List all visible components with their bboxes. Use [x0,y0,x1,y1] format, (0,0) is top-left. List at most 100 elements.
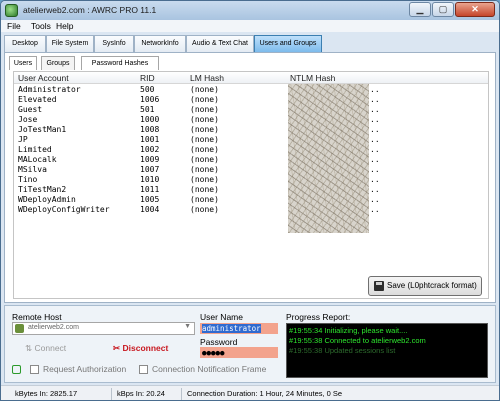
cell-ntlm-tail: .. [370,195,380,204]
table-row[interactable]: MSilva 1007 (none).. [14,165,488,175]
disconnect-button[interactable]: ✂ Disconnect [113,343,175,356]
cell-lm-hash: (none) [190,155,219,164]
cell-account: TiTestMan2 [18,185,67,194]
save-button-label: Save (L0phtcrack format) [387,281,477,290]
cell-account: JP [18,135,28,144]
subtab-password-hashes[interactable]: Password Hashes [81,56,159,70]
tab-audio-text-chat[interactable]: Audio & Text Chat [186,35,254,52]
lock-icon [12,365,21,374]
request-authorization-label: Request Authorization [43,364,127,374]
cell-account: JoTestMan1 [18,125,67,134]
network-host-icon [15,324,24,333]
menu-help[interactable]: Help [56,20,73,32]
cell-rid: 1005 [140,195,160,204]
cell-lm-hash: (none) [190,165,219,174]
cell-rid: 1007 [140,165,160,174]
tab-sysinfo[interactable]: SysInfo [94,35,134,52]
save-lophtcrack-button[interactable]: Save (L0phtcrack format) [368,276,482,296]
cell-lm-hash: (none) [190,95,219,104]
cell-rid: 1002 [140,145,160,154]
chevron-down-icon[interactable]: ▼ [184,323,191,330]
tab-desktop[interactable]: Desktop [4,35,46,52]
cell-account: Elevated [18,95,57,104]
table-row[interactable]: JP 1001 (none).. [14,135,488,145]
table-row[interactable]: MALocalk 1009 (none).. [14,155,488,165]
cell-account: MALocalk [18,155,57,164]
connect-button[interactable]: ⇅ Connect [25,343,77,356]
floppy-disk-icon [374,281,384,291]
window-title: atelierweb2.com : AWRC PRO 11.1 [23,5,157,15]
cell-ntlm-tail: .. [370,105,380,114]
cell-rid: 1006 [140,95,160,104]
table-row[interactable]: WDeployAdmin 1005 (none).. [14,195,488,205]
subtab-users[interactable]: Users [9,56,37,70]
kbps-in-status: kBps In: 20.24 [117,389,165,398]
subtab-groups[interactable]: Groups [41,56,75,70]
cell-lm-hash: (none) [190,85,219,94]
log-line: #19:55:38 Connected to atelierweb2.com [289,336,426,345]
table-row[interactable]: JoTestMan1 1008 (none).. [14,125,488,135]
list-header: User Account RID LM Hash NTLM Hash [14,72,488,84]
remote-host-label: Remote Host [12,312,62,322]
user-name-input[interactable]: administrator [200,323,278,334]
cell-ntlm-tail: .. [370,155,380,164]
cell-account: Guest [18,105,43,114]
table-row[interactable]: Limited 1002 (none).. [14,145,488,155]
notification-frame-checkbox[interactable] [139,365,148,374]
log-line: #19:55:38 Updated sessions list [289,346,396,355]
maximize-button[interactable]: ▢ [432,2,454,17]
remote-host-combo[interactable]: atelierweb2.com ▼ [12,322,195,335]
close-button[interactable]: ✕ [455,2,495,17]
table-row[interactable]: Administrator 500 (none).. [14,85,488,95]
cell-rid: 1001 [140,135,160,144]
table-row[interactable]: Elevated 1006 (none).. [14,95,488,105]
tab-networkinfo[interactable]: NetworkInfo [134,35,186,52]
sub-tabs: Users Groups Password Hashes [9,56,489,70]
table-row[interactable]: TiTestMan2 1011 (none).. [14,185,488,195]
cell-ntlm-tail: .. [370,125,380,134]
cell-ntlm-tail: .. [370,175,380,184]
kbytes-in-status: kBytes In: 2825.17 [15,389,78,398]
cell-lm-hash: (none) [190,125,219,134]
notification-frame-label: Connection Notification Frame [152,364,267,374]
table-row[interactable]: Guest 501 (none).. [14,105,488,115]
cell-lm-hash: (none) [190,115,219,124]
request-authorization-checkbox[interactable] [30,365,39,374]
disconnect-label: Disconnect [122,343,169,353]
cell-account: Limited [18,145,52,154]
tab-file-system[interactable]: File System [46,35,94,52]
password-input[interactable]: ●●●●● [200,347,278,358]
cell-lm-hash: (none) [190,205,219,214]
ntlm-hash-redaction [288,84,369,233]
table-row[interactable]: Tino 1010 (none).. [14,175,488,185]
remote-host-value: atelierweb2.com [28,324,79,331]
cell-lm-hash: (none) [190,185,219,194]
disconnect-icon: ✂ [113,343,121,353]
cell-lm-hash: (none) [190,105,219,114]
cell-account: Administrator [18,85,81,94]
password-label: Password [200,337,238,347]
cell-ntlm-tail: .. [370,115,380,124]
title-bar[interactable]: atelierweb2.com : AWRC PRO 11.1 ▁ ▢ ✕ [1,1,499,20]
cell-account: WDeployAdmin [18,195,76,204]
minimize-button[interactable]: ▁ [409,2,431,17]
app-icon [5,4,18,17]
menu-tools[interactable]: Tools [31,20,51,32]
cell-lm-hash: (none) [190,195,219,204]
cell-account: MSilva [18,165,47,174]
col-ntlm-hash[interactable]: NTLM Hash [290,72,335,84]
tab-users-and-groups[interactable]: Users and Groups [254,35,322,52]
menu-file[interactable]: File [7,20,21,32]
cell-account: Jose [18,115,38,124]
progress-report-console[interactable]: #19:55:34 Initializing, please wait.... … [286,323,488,378]
col-lm-hash[interactable]: LM Hash [190,72,224,84]
connect-label: Connect [34,343,67,353]
col-rid[interactable]: RID [140,72,155,84]
table-row[interactable]: WDeployConfigWriter 1004 (none).. [14,205,488,215]
cell-rid: 1010 [140,175,160,184]
table-row[interactable]: Jose 1000 (none).. [14,115,488,125]
cell-ntlm-tail: .. [370,85,380,94]
cell-ntlm-tail: .. [370,95,380,104]
cell-lm-hash: (none) [190,135,219,144]
col-user-account[interactable]: User Account [18,72,69,84]
